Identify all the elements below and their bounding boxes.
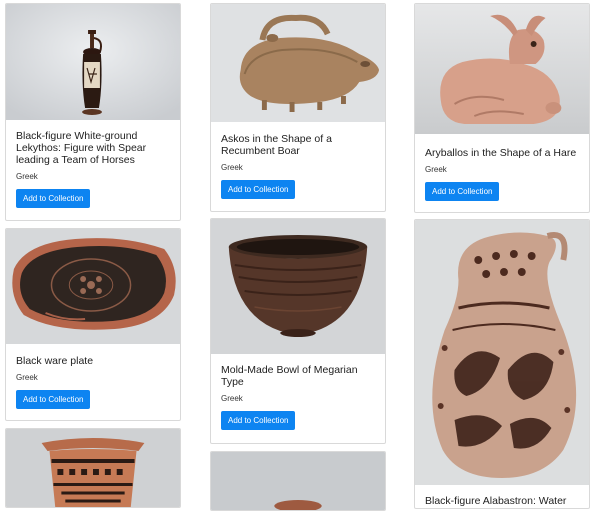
add-to-collection-button[interactable]: Add to Collection (16, 189, 91, 208)
artwork-image[interactable] (415, 220, 589, 485)
collection-card: Mold-Made Bowl of Megarian Type Greek Ad… (210, 218, 386, 444)
artwork-image[interactable] (6, 4, 180, 120)
artwork-image[interactable] (6, 429, 180, 507)
collection-card: Black ware plate Greek Add to Collection (5, 228, 181, 421)
collection-card (5, 428, 181, 508)
collection-card: Aryballos in the Shape of a Hare Greek A… (414, 3, 590, 213)
card-title: Black ware plate (16, 355, 94, 367)
artwork-image[interactable] (211, 219, 385, 354)
artwork-image[interactable] (6, 229, 180, 344)
card-title: Mold-Made Bowl of Megarian Type (221, 364, 358, 388)
artwork-image[interactable] (415, 4, 589, 134)
add-to-collection-button[interactable]: Add to Collection (425, 182, 500, 201)
artwork-image[interactable] (211, 4, 385, 122)
add-to-collection-button[interactable]: Add to Collection (221, 180, 296, 199)
card-culture: Greek (16, 172, 38, 181)
card-culture: Greek (16, 373, 38, 382)
card-culture: Greek (221, 394, 243, 403)
card-culture: Greek (221, 163, 243, 172)
card-title: Askos in the Shape of a Recumbent Boar (221, 133, 332, 157)
card-title: Black-figure Alabastron: Water (425, 495, 567, 507)
collection-card (210, 451, 386, 511)
add-to-collection-button[interactable]: Add to Collection (16, 390, 91, 409)
card-title: Aryballos in the Shape of a Hare (425, 147, 577, 159)
card-title: Black-figure White-ground Lekythos: Figu… (16, 130, 147, 166)
card-culture: Greek (425, 165, 447, 174)
collection-card: Askos in the Shape of a Recumbent Boar G… (210, 3, 386, 212)
collection-card: Black-figure White-ground Lekythos: Figu… (5, 3, 181, 221)
add-to-collection-button[interactable]: Add to Collection (221, 411, 296, 430)
collection-card: Black-figure Alabastron: Water (414, 219, 590, 509)
artwork-image[interactable] (211, 452, 385, 510)
